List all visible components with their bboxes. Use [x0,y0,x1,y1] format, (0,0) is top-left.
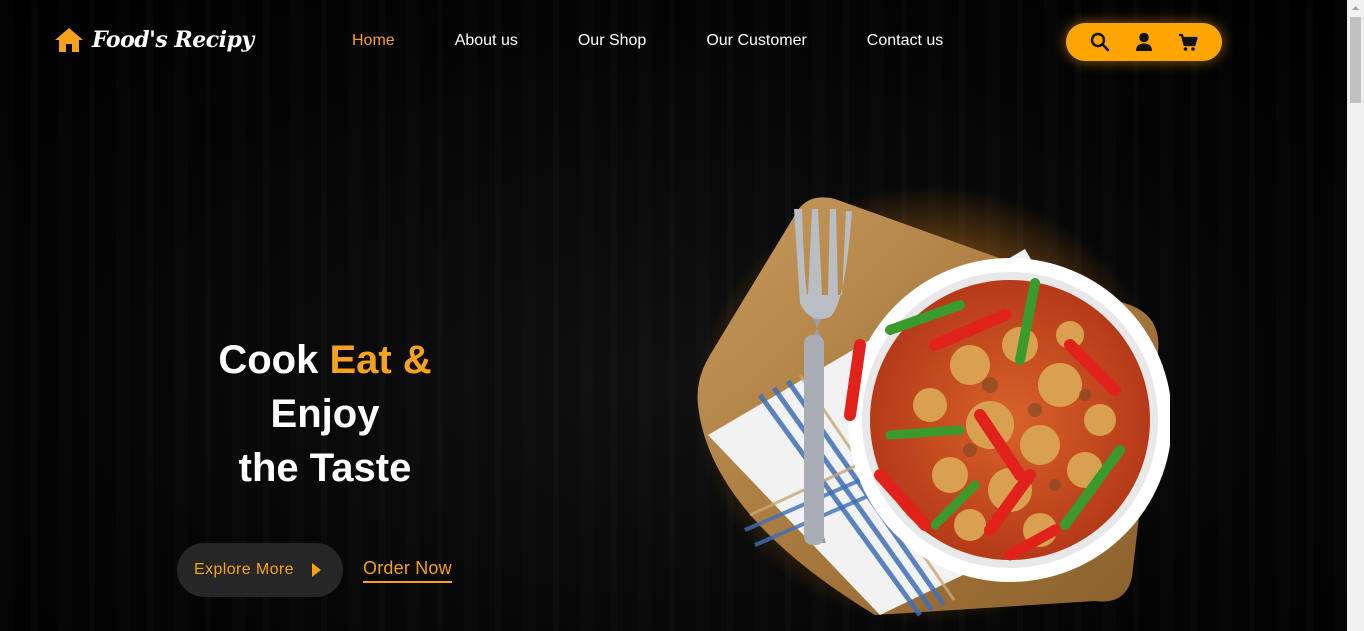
explore-more-label: Explore More [194,561,294,578]
scrollbar-thumb[interactable] [1350,17,1361,103]
hero-title-part: Cook [218,338,330,382]
toolbar [1066,23,1222,61]
home-icon [55,28,83,52]
nav-item-about-us[interactable]: About us [455,32,518,50]
nav-item-our-shop[interactable]: Our Shop [578,32,646,50]
scroll-up-icon[interactable] [1347,0,1364,17]
order-now-link[interactable]: Order Now [363,558,452,583]
hero-title-accent: Eat & [329,338,432,382]
main-nav: Home About us Our Shop Our Customer Cont… [352,32,943,50]
cart-icon [1179,33,1198,51]
play-arrow-icon [311,563,321,577]
search-button[interactable] [1089,31,1111,53]
logo[interactable]: Food's Recipy [54,26,254,54]
nav-item-our-customer[interactable]: Our Customer [706,32,806,50]
brand-name: Food's Recipy [92,27,254,53]
hero-title: Cook Eat & Enjoy the Taste [175,333,475,495]
page: Food's Recipy Home About us Our Shop Our… [0,0,1347,631]
hero-title-line2: Enjoy [270,392,380,436]
cart-button[interactable] [1177,31,1199,53]
user-button[interactable] [1133,31,1155,53]
nav-item-home[interactable]: Home [352,32,395,50]
page-scrollbar[interactable] [1347,0,1364,631]
hero-title-line3: the Taste [238,446,412,490]
header: Food's Recipy Home About us Our Shop Our… [0,0,1347,84]
explore-more-button[interactable]: Explore More [177,543,343,597]
nav-item-contact-us[interactable]: Contact us [867,32,943,50]
search-icon [1090,32,1110,52]
user-icon [1136,32,1152,51]
food-dish-image [695,185,1170,625]
